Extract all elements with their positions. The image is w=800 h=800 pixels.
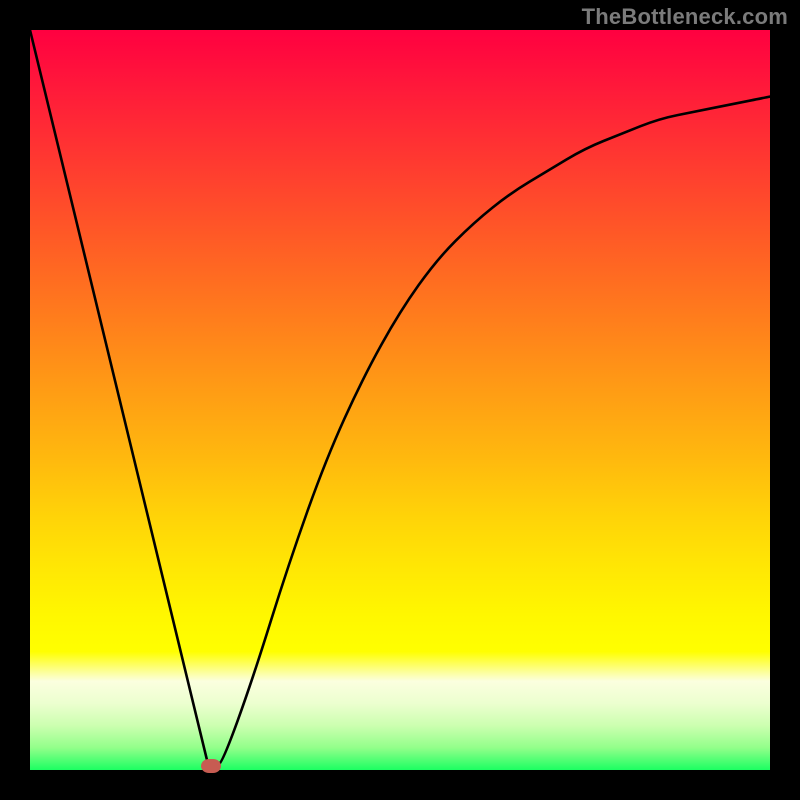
chart-svg (0, 0, 800, 800)
plot-area (30, 30, 770, 770)
bottleneck-chart: TheBottleneck.com (0, 0, 800, 800)
